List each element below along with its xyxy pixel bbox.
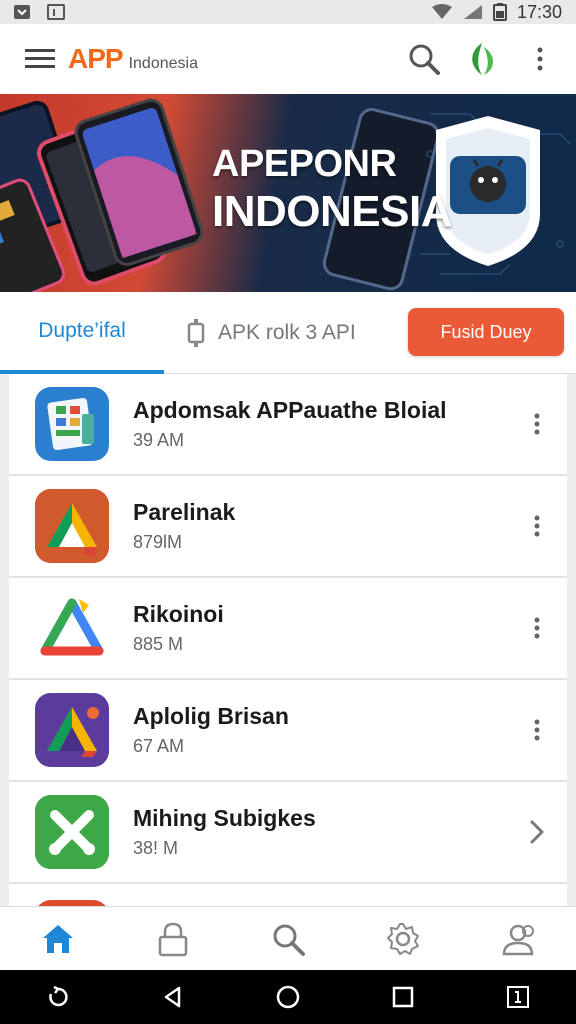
list-item[interactable]: Aplolig Brisan 67 AM [9, 680, 567, 782]
tab-apk-label: APK rolk 3 API [218, 320, 356, 344]
rotate-icon [48, 985, 68, 1007]
nav-home[interactable] [30, 911, 86, 967]
overflow-menu-button[interactable] [518, 37, 562, 81]
gallery-icon [47, 4, 65, 20]
search-icon [273, 924, 305, 956]
more-options-button[interactable] [525, 406, 549, 442]
circle-icon [276, 985, 300, 1009]
app-icon-4 [35, 693, 109, 767]
notification-icon [14, 5, 30, 19]
system-nav-bar [0, 970, 576, 1024]
device-icon [187, 318, 205, 347]
app-name: Aplolig Brisan [133, 703, 289, 729]
screenshot-button[interactable] [496, 975, 540, 1019]
more-options-button[interactable] [525, 610, 549, 646]
gear-icon [387, 922, 420, 955]
app-bar: APP Indonesia [0, 24, 576, 94]
app-name: Mihing Subigkes [133, 805, 316, 831]
tab-apk[interactable]: APK rolk 3 API [186, 318, 356, 348]
more-vert-icon [537, 47, 543, 71]
tab-bar: Dupte’ifal APK rolk 3 API Fusid Duey [0, 292, 576, 374]
menu-button[interactable] [20, 39, 60, 79]
back-icon [164, 986, 181, 1008]
app-grid-icon [47, 397, 94, 451]
leaf-icon [472, 43, 493, 75]
app-subtitle: 39 AM [133, 430, 185, 450]
nav-lock[interactable] [145, 911, 201, 967]
more-vert-icon [534, 413, 540, 435]
search-button[interactable] [402, 37, 446, 81]
x-logo-icon [35, 795, 109, 869]
list-item[interactable]: Mihing Subigkes 38! M [9, 782, 567, 884]
open-button[interactable] [525, 814, 549, 850]
screenshot-icon [507, 986, 530, 1008]
search-icon [409, 44, 440, 75]
wifi-icon [431, 4, 452, 19]
triangle-logo-icon [35, 693, 109, 767]
leaf-logo-button[interactable] [460, 37, 504, 81]
app-name: Rikoinoi [133, 601, 224, 627]
app-subtitle: 879lM [133, 532, 183, 552]
app-icon-3 [35, 591, 109, 665]
back-button[interactable] [151, 975, 195, 1019]
app-list: Apdomsak APPauathe Bloial 39 AM Parelina… [9, 374, 567, 906]
banner-title-line2: INDONESIA [212, 187, 452, 236]
users-icon [503, 924, 535, 955]
chevron-right-icon [530, 820, 544, 844]
tab-active[interactable]: Dupte’ifal [0, 292, 164, 374]
list-item[interactable]: Parelinak 879lM [9, 476, 567, 578]
more-options-button[interactable] [525, 508, 549, 544]
battery-icon [492, 3, 507, 21]
app-subtitle: 38! M [133, 838, 179, 858]
signal-icon [463, 5, 482, 19]
nav-settings[interactable] [375, 911, 431, 967]
more-vert-icon [534, 719, 540, 741]
home-icon [42, 924, 73, 953]
bottom-nav [0, 906, 576, 970]
app-icon-2 [35, 489, 109, 563]
cta-button[interactable]: Fusid Duey [408, 308, 564, 356]
list-item-partial[interactable] [9, 884, 567, 906]
promo-banner[interactable]: APEPONR INDONESIA [0, 94, 576, 292]
app-list-area: Apdomsak APPauathe Bloial 39 AM Parelina… [0, 374, 576, 906]
app-icon-5 [35, 795, 109, 869]
list-item[interactable]: Rikoinoi 885 M [9, 578, 567, 680]
nav-search[interactable] [260, 911, 316, 967]
square-icon [392, 986, 414, 1008]
app-subtitle: 885 M [133, 634, 184, 654]
rotate-button[interactable] [36, 975, 80, 1019]
recents-button[interactable] [381, 975, 425, 1019]
banner-title: APEPONR INDONESIA [212, 140, 452, 236]
triangle-logo-icon [35, 489, 109, 563]
logo-text: APP [68, 43, 124, 74]
more-vert-icon [534, 617, 540, 639]
app-name: Parelinak [133, 499, 236, 525]
clock: 17:30 [516, 1, 562, 22]
logo-subtitle: Indonesia [128, 55, 198, 72]
status-bar: 17:30 [0, 0, 576, 24]
hamburger-icon [25, 49, 55, 68]
app-subtitle: 67 AM [133, 736, 185, 756]
app-icon-1 [35, 387, 109, 461]
app-name: Apdomsak APPauathe Bloial [133, 397, 447, 423]
list-item[interactable]: Apdomsak APPauathe Bloial 39 AM [9, 374, 567, 476]
triangle-logo-icon [40, 598, 104, 656]
more-options-button[interactable] [525, 712, 549, 748]
app-logo[interactable]: APP Indonesia [68, 43, 198, 75]
home-button[interactable] [266, 975, 310, 1019]
more-vert-icon [534, 515, 540, 537]
lock-icon [158, 922, 188, 956]
banner-title-line1: APEPONR [212, 143, 397, 185]
nav-profile[interactable] [490, 911, 546, 967]
